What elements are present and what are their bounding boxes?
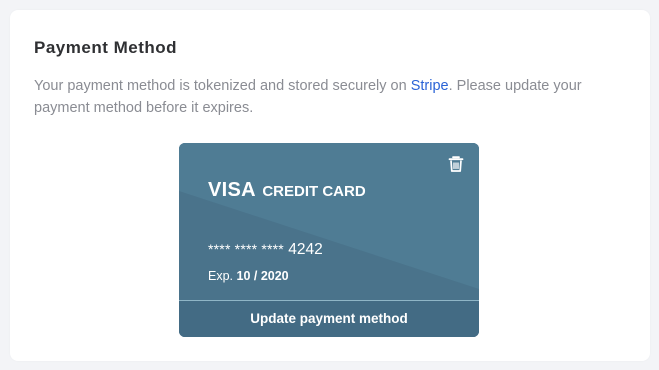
- trash-icon[interactable]: [447, 155, 465, 173]
- description-text-before: Your payment method is tokenized and sto…: [34, 78, 411, 94]
- credit-card: VISA CREDIT CARD **** **** **** 4242 Exp…: [179, 143, 479, 337]
- card-type-label: CREDIT CARD: [262, 183, 366, 200]
- section-description: Your payment method is tokenized and sto…: [34, 75, 624, 119]
- payment-method-panel: Payment Method Your payment method is to…: [10, 10, 650, 361]
- card-number-masked: **** **** ****: [208, 241, 284, 257]
- card-expiry: Exp. 10 / 2020: [208, 269, 289, 283]
- expiry-date: 10 / 2020: [236, 269, 289, 283]
- update-payment-method-button[interactable]: Update payment method: [179, 301, 479, 337]
- expiry-label: Exp.: [208, 269, 234, 283]
- card-brand: VISA CREDIT CARD: [208, 179, 366, 202]
- card-brand-name: VISA: [208, 179, 256, 201]
- section-title: Payment Method: [34, 38, 178, 57]
- card-number-last4: 4242: [288, 241, 323, 258]
- stripe-link[interactable]: Stripe: [411, 78, 449, 94]
- card-number: **** **** **** 4242: [208, 241, 323, 259]
